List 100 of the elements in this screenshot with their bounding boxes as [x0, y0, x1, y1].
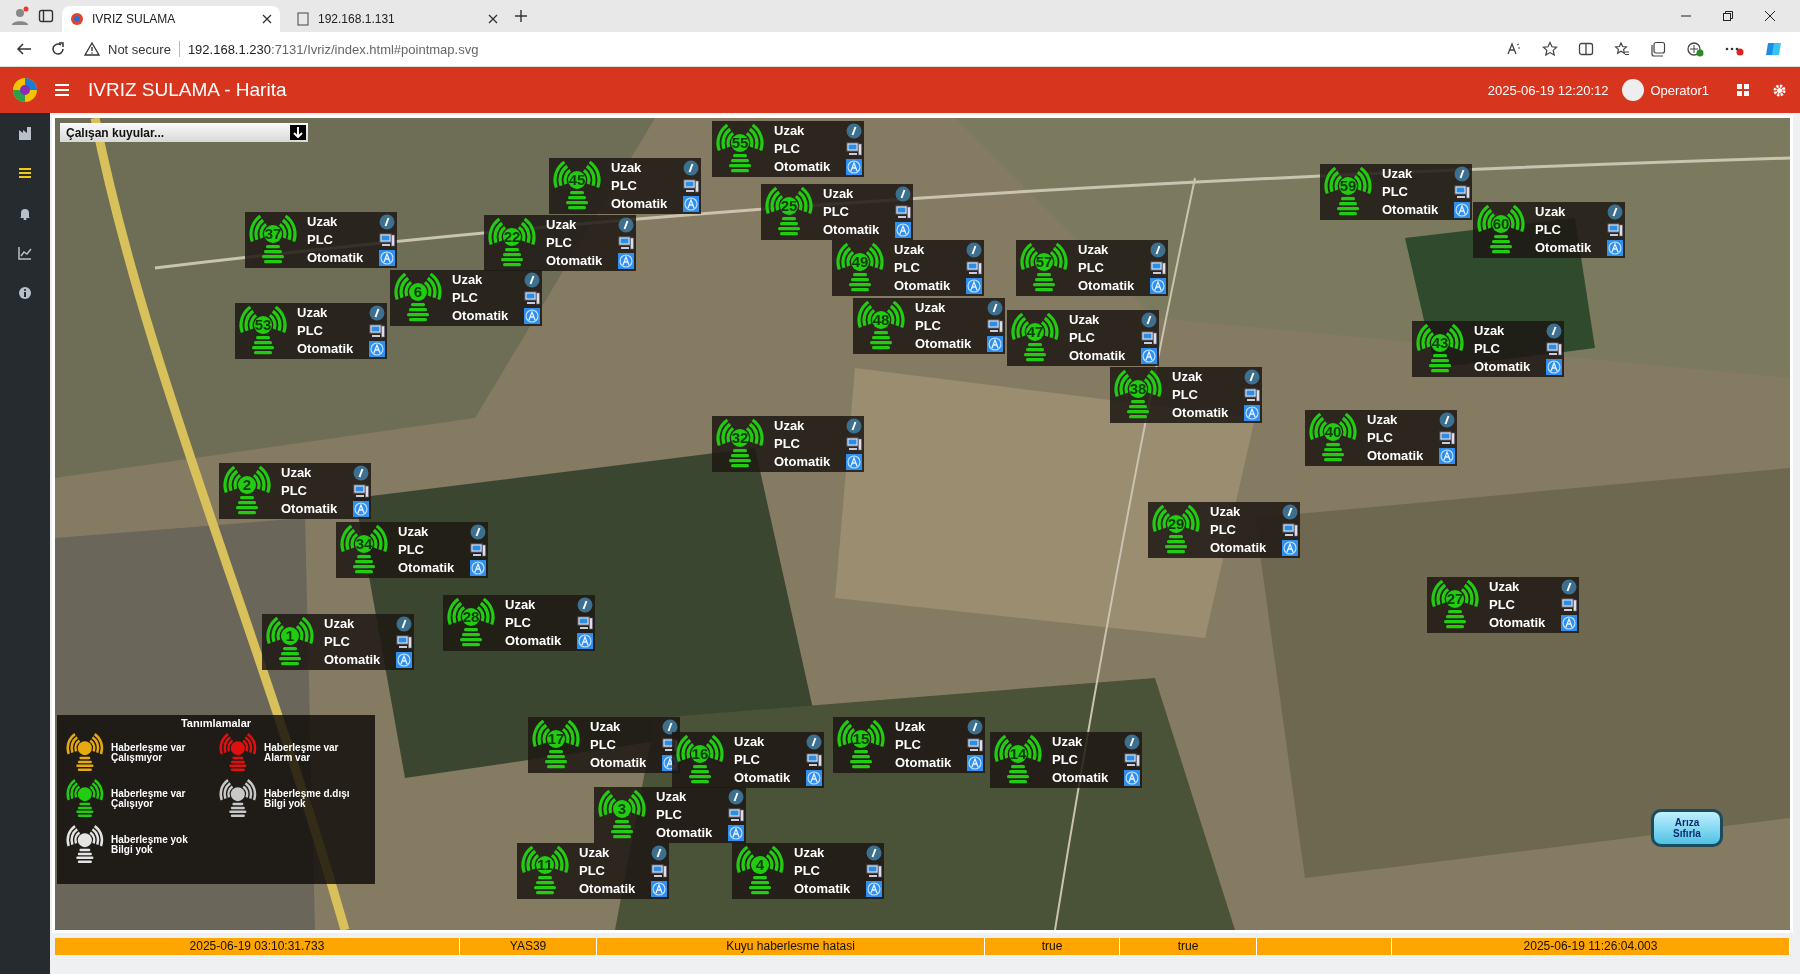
well-card[interactable]: 49 Uzak PLC Otomatik	[832, 240, 984, 296]
info-icon[interactable]	[1439, 412, 1455, 428]
collections-icon[interactable]	[1650, 41, 1666, 57]
profile-icon[interactable]	[10, 6, 30, 26]
computer-icon[interactable]	[987, 318, 1003, 334]
well-card[interactable]: 4 Uzak PLC Otomatik	[732, 843, 884, 899]
well-card[interactable]: 48 Uzak PLC Otomatik	[853, 298, 1005, 354]
well-card[interactable]: 57 Uzak PLC Otomatik	[1016, 240, 1168, 296]
info-icon[interactable]	[369, 305, 385, 321]
well-card[interactable]: 25 Uzak PLC Otomatik	[761, 184, 913, 240]
computer-icon[interactable]	[1546, 341, 1562, 357]
line-chart-icon[interactable]	[18, 246, 32, 260]
computer-icon[interactable]	[353, 483, 369, 499]
computer-icon[interactable]	[1561, 597, 1577, 613]
close-icon[interactable]	[262, 14, 272, 24]
close-icon[interactable]	[1764, 10, 1776, 22]
list-icon[interactable]	[18, 166, 32, 180]
well-card[interactable]: 17 Uzak PLC Otomatik	[528, 717, 680, 773]
well-card[interactable]: 28 Uzak PLC Otomatik	[443, 595, 595, 651]
menu-icon[interactable]	[54, 83, 70, 97]
info-icon[interactable]	[618, 217, 634, 233]
info-icon[interactable]	[651, 845, 667, 861]
reset-button[interactable]: Arıza Sıfırla	[1651, 809, 1723, 847]
info-icon[interactable]	[1150, 242, 1166, 258]
well-card[interactable]: 14 Uzak PLC Otomatik	[990, 732, 1142, 788]
computer-icon[interactable]	[470, 542, 486, 558]
computer-icon[interactable]	[966, 260, 982, 276]
url-text[interactable]: 192.168.1.230:7131/Ivriz/index.html#pointmap.svg	[187, 41, 479, 57]
settings-icon[interactable]	[1773, 83, 1786, 97]
info-icon[interactable]	[806, 734, 822, 750]
user-name[interactable]: Operator1	[1650, 82, 1709, 98]
well-card[interactable]: 22 Uzak PLC Otomatik	[484, 215, 636, 271]
info-icon[interactable]	[379, 214, 395, 230]
well-card[interactable]: 34 Uzak PLC Otomatik	[336, 522, 488, 578]
info-icon[interactable]	[966, 242, 982, 258]
info-icon[interactable]	[396, 616, 412, 632]
computer-icon[interactable]	[1282, 522, 1298, 538]
well-card[interactable]: 27 Uzak PLC Otomatik	[1427, 577, 1579, 633]
computer-icon[interactable]	[806, 752, 822, 768]
close-icon[interactable]	[488, 14, 498, 24]
computer-icon[interactable]	[1607, 222, 1623, 238]
info-icon[interactable]	[895, 186, 911, 202]
avatar-icon[interactable]	[1622, 79, 1645, 101]
star-icon[interactable]	[1542, 41, 1558, 57]
extension-icon[interactable]	[1686, 41, 1704, 57]
computer-icon[interactable]	[1150, 260, 1166, 276]
browser-tab[interactable]: 192.168.1.131	[288, 6, 506, 32]
well-card[interactable]: 45 Uzak PLC Otomatik	[549, 158, 701, 214]
computer-icon[interactable]	[728, 807, 744, 823]
info-icon[interactable]	[866, 845, 882, 861]
well-card[interactable]: 47 Uzak PLC Otomatik	[1007, 310, 1159, 366]
info-icon[interactable]	[1282, 504, 1298, 520]
tab-actions-icon[interactable]	[38, 8, 54, 24]
bell-icon[interactable]	[18, 206, 32, 220]
computer-icon[interactable]	[683, 178, 699, 194]
well-card[interactable]: 59 Uzak PLC Otomatik	[1320, 164, 1472, 220]
computer-icon[interactable]	[396, 634, 412, 650]
info-icon[interactable]	[683, 160, 699, 176]
back-icon[interactable]	[16, 41, 32, 57]
info-icon[interactable]	[577, 597, 593, 613]
well-card[interactable]: 38 Uzak PLC Otomatik	[1110, 367, 1262, 423]
computer-icon[interactable]	[1244, 387, 1260, 403]
well-card[interactable]: 55 Uzak PLC Otomatik	[712, 121, 864, 177]
computer-icon[interactable]	[379, 232, 395, 248]
info-icon[interactable]	[987, 300, 1003, 316]
computer-icon[interactable]	[651, 863, 667, 879]
info-icon[interactable]	[1141, 312, 1157, 328]
info-icon[interactable]	[1124, 734, 1140, 750]
computer-icon[interactable]	[1454, 184, 1470, 200]
info-icon[interactable]	[846, 123, 862, 139]
computer-icon[interactable]	[846, 436, 862, 452]
info-icon[interactable]	[353, 465, 369, 481]
well-card[interactable]: 53 Uzak PLC Otomatik	[235, 303, 387, 359]
info-icon[interactable]	[1546, 323, 1562, 339]
refresh-icon[interactable]	[50, 41, 66, 57]
well-card[interactable]: 32 Uzak PLC Otomatik	[712, 416, 864, 472]
info-icon[interactable]	[524, 272, 540, 288]
computer-icon[interactable]	[895, 204, 911, 220]
info-icon[interactable]	[1454, 166, 1470, 182]
info-icon[interactable]	[728, 789, 744, 805]
info-icon[interactable]	[967, 719, 983, 735]
computer-icon[interactable]	[846, 141, 862, 157]
well-card[interactable]: 37 Uzak PLC Otomatik	[245, 212, 397, 268]
well-card[interactable]: 15 Uzak PLC Otomatik	[833, 717, 985, 773]
info-icon[interactable]	[1244, 369, 1260, 385]
filter-dropdown[interactable]: Çalışan kuyular...	[60, 123, 308, 142]
computer-icon[interactable]	[1124, 752, 1140, 768]
computer-icon[interactable]	[1439, 430, 1455, 446]
well-card[interactable]: 60 Uzak PLC Otomatik	[1473, 202, 1625, 258]
grid-icon[interactable]	[1737, 83, 1749, 96]
info-icon[interactable]	[18, 286, 32, 300]
well-card[interactable]: 16 Uzak PLC Otomatik	[672, 732, 824, 788]
well-card[interactable]: 2 Uzak PLC Otomatik	[219, 463, 371, 519]
info-icon[interactable]	[662, 719, 678, 735]
well-card[interactable]: 6 Uzak PLC Otomatik	[390, 270, 542, 326]
computer-icon[interactable]	[618, 235, 634, 251]
well-card[interactable]: 43 Uzak PLC Otomatik	[1412, 321, 1564, 377]
warning-icon[interactable]	[84, 42, 100, 56]
read-aloud-icon[interactable]	[1506, 41, 1522, 57]
computer-icon[interactable]	[369, 323, 385, 339]
